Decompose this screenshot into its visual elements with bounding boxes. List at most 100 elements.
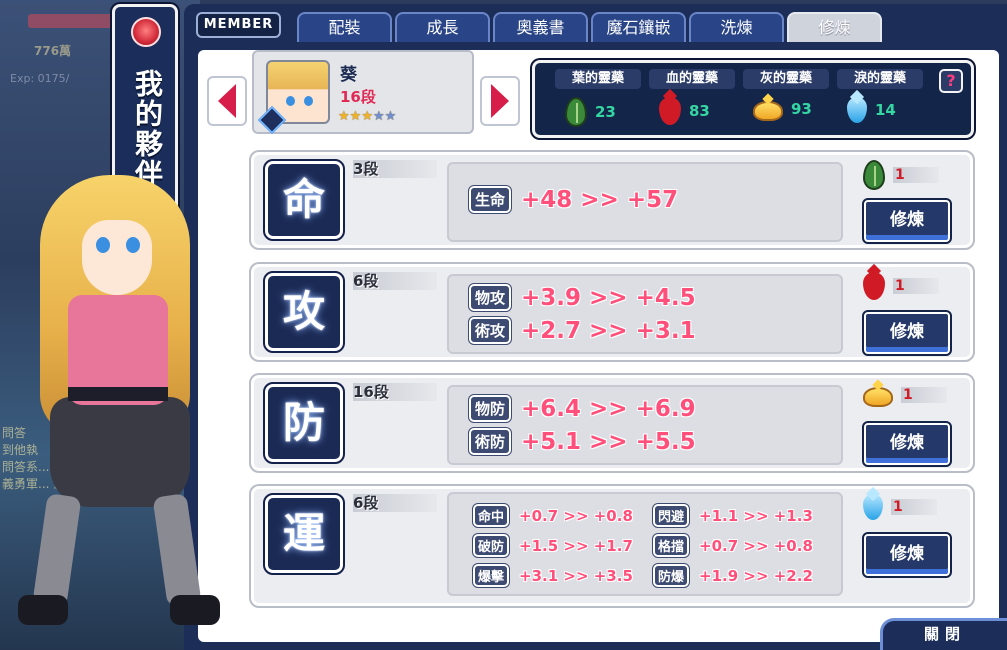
tab-refine[interactable]: 洗煉 [689, 12, 784, 42]
stat-line: 術攻 +2.7 >> +3.1 [467, 316, 696, 345]
stat-line: 爆擊 +3.1 >> +3.5 [471, 563, 633, 588]
star-icon: ★ [349, 109, 362, 124]
training-level-text: 16段 [353, 383, 389, 401]
stat-name: 格擋 [651, 533, 691, 558]
character-boot [170, 595, 220, 625]
resource-label: 淚的靈藥 [837, 69, 923, 89]
training-level: 3段 [353, 160, 437, 178]
character-illustration [10, 175, 220, 645]
train-defense-button[interactable]: 修煉 [862, 421, 952, 467]
training-cost: 1 [863, 272, 939, 300]
blood-potion-icon [659, 97, 681, 125]
blood-potion-icon [863, 272, 885, 300]
stat-name: 破防 [471, 533, 511, 558]
stat-value: +0.7 >> +0.8 [699, 536, 813, 555]
training-kanji: 命 [263, 159, 345, 241]
cost-amount: 1 [893, 278, 939, 294]
stat-name: 閃避 [651, 503, 691, 528]
tab-training[interactable]: 修煉 [787, 12, 882, 42]
cost-amount: 1 [901, 387, 947, 403]
training-row-attack: 攻 6段 物攻 +3.9 >> +4.5 術攻 +2.7 >> +3.1 1 修… [249, 262, 975, 362]
leaf-potion-icon [565, 97, 587, 127]
star-empty-icon: ★ [372, 109, 385, 124]
member-label: MEMBER [196, 12, 281, 38]
training-cost: 1 [863, 383, 947, 407]
training-level-text: 6段 [353, 494, 379, 512]
stat-value: +3.1 >> +3.5 [519, 566, 633, 585]
stat-value: +2.7 >> +3.1 [521, 317, 696, 344]
train-life-button[interactable]: 修煉 [862, 198, 952, 244]
character-boot [18, 595, 68, 625]
tab-magic-stone[interactable]: 魔石鑲嵌 [591, 12, 686, 42]
arrow-left-icon [218, 84, 236, 118]
stat-value: +1.9 >> +2.2 [699, 566, 813, 585]
resource-label: 血的靈藥 [649, 69, 735, 89]
stat-value: +6.4 >> +6.9 [521, 395, 696, 422]
resource-count: 14 [875, 101, 896, 119]
member-name: 葵 [340, 65, 357, 85]
stat-line: 防爆 +1.9 >> +2.2 [651, 563, 813, 588]
stat-name: 爆擊 [471, 563, 511, 588]
stat-name: 生命 [467, 185, 513, 214]
star-empty-icon: ★ [384, 109, 397, 124]
tab-growth[interactable]: 成長 [395, 12, 490, 42]
resource-label: 灰的靈藥 [743, 69, 829, 89]
stat-box: 物攻 +3.9 >> +4.5 術攻 +2.7 >> +3.1 [447, 274, 843, 354]
side-title: 我的夥伴 [131, 69, 164, 189]
training-row-defense: 防 16段 物防 +6.4 >> +6.9 術防 +5.1 >> +5.5 1 … [249, 373, 975, 473]
cost-amount: 1 [891, 499, 937, 515]
character-leg [152, 493, 202, 607]
arrow-right-icon [491, 84, 509, 118]
character-eye [126, 237, 140, 253]
stat-line: 命中 +0.7 >> +0.8 [471, 503, 633, 528]
resource-leaf: 葉的靈藥 23 [555, 69, 641, 127]
background-exp-text: Exp: 0175/ [10, 72, 70, 85]
stat-name: 物防 [467, 394, 513, 423]
member-level: 16段 [340, 88, 376, 106]
stat-line: 格擋 +0.7 >> +0.8 [651, 533, 813, 558]
training-kanji: 運 [263, 493, 345, 575]
companion-emblem-icon [131, 17, 161, 47]
training-cost: 1 [863, 494, 937, 520]
training-level-text: 6段 [353, 272, 379, 290]
portrait-eye [286, 96, 295, 106]
stat-name: 物攻 [467, 283, 513, 312]
next-member-button[interactable] [480, 76, 520, 126]
member-stars: ★ ★ ★ ★ ★ [338, 110, 396, 124]
training-level-text: 3段 [353, 160, 379, 178]
stat-value: +1.1 >> +1.3 [699, 506, 813, 525]
cost-amount: 1 [893, 167, 939, 183]
character-face [82, 220, 152, 295]
tab-bar: 配裝 成長 奧義書 魔石鑲嵌 洗煉 修煉 [297, 12, 882, 42]
resource-count: 83 [689, 102, 710, 120]
stat-box: 命中 +0.7 >> +0.8 閃避 +1.1 >> +1.3 破防 +1.5 … [447, 492, 843, 596]
character-leg [32, 493, 82, 607]
stat-name: 命中 [471, 503, 511, 528]
train-luck-button[interactable]: 修煉 [862, 532, 952, 578]
stat-value: +3.9 >> +4.5 [521, 284, 696, 311]
close-button[interactable]: 關閉 [880, 618, 1007, 650]
tab-secret-book[interactable]: 奧義書 [493, 12, 588, 42]
background-hp-bar [28, 14, 118, 28]
character-skirt [50, 397, 190, 507]
stat-line: 生命 +48 >> +57 [467, 185, 679, 214]
stat-value: +48 >> +57 [521, 186, 679, 213]
previous-member-button[interactable] [207, 76, 247, 126]
train-attack-button[interactable]: 修煉 [862, 310, 952, 356]
resource-count: 23 [595, 103, 616, 121]
stat-line: 物攻 +3.9 >> +4.5 [467, 283, 696, 312]
tear-potion-icon [847, 97, 867, 123]
stat-value: +1.5 >> +1.7 [519, 536, 633, 555]
training-row-luck: 運 6段 命中 +0.7 >> +0.8 閃避 +1.1 >> +1.3 破防 … [249, 484, 975, 608]
tab-equip[interactable]: 配裝 [297, 12, 392, 42]
stat-line: 破防 +1.5 >> +1.7 [471, 533, 633, 558]
stat-line: 物防 +6.4 >> +6.9 [467, 394, 696, 423]
stat-line: 閃避 +1.1 >> +1.3 [651, 503, 813, 528]
help-button[interactable]: ? [939, 69, 963, 93]
background-gold-text: 776萬 [34, 44, 72, 58]
leaf-potion-icon [863, 160, 885, 190]
stat-name: 防爆 [651, 563, 691, 588]
member-card: 葵 16段 ★ ★ ★ ★ ★ [252, 50, 474, 135]
resource-label: 葉的靈藥 [555, 69, 641, 89]
resource-ash: 灰的靈藥 93 [743, 69, 829, 121]
